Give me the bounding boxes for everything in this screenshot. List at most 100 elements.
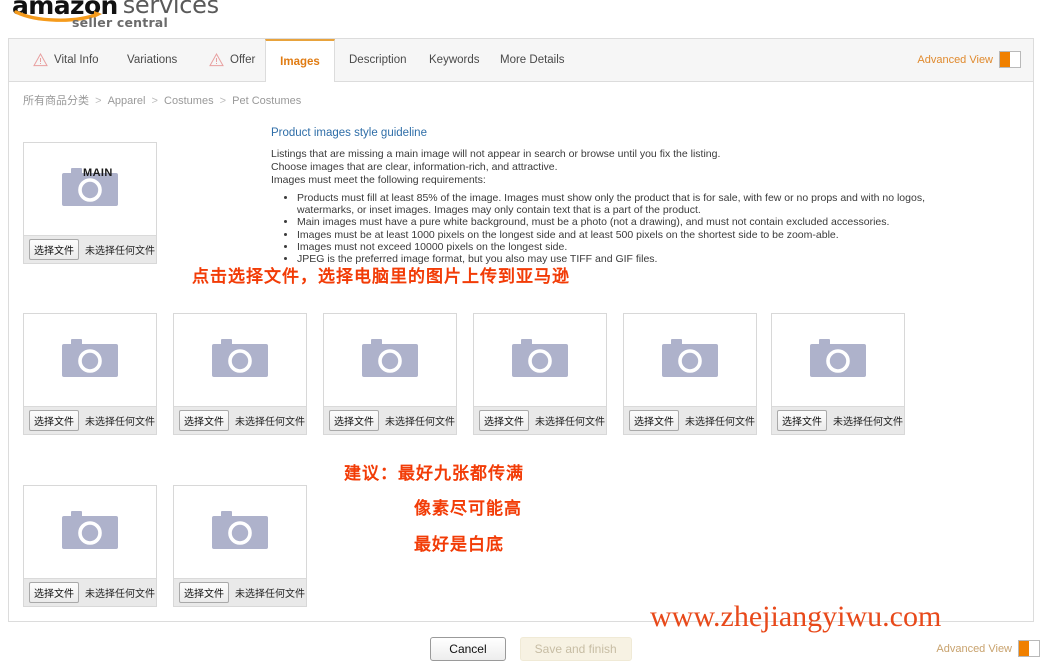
- image-guideline-block: Product images style guideline Listings …: [271, 127, 971, 267]
- camera-placeholder-icon: [212, 339, 268, 377]
- choose-file-button[interactable]: 选择文件: [777, 410, 827, 431]
- image-preview-area: [24, 314, 156, 406]
- amazon-services-logo[interactable]: amazonservices ® seller central: [12, 0, 219, 30]
- image-upload-tile[interactable]: 选择文件 未选择任何文件: [23, 485, 157, 607]
- advanced-view-label: Advanced View: [936, 642, 1012, 655]
- guideline-intro-0: Listings that are missing a main image w…: [271, 148, 721, 160]
- choose-file-button[interactable]: 选择文件: [29, 239, 79, 260]
- cancel-button[interactable]: Cancel: [430, 637, 506, 661]
- camera-placeholder-icon: [212, 511, 268, 549]
- image-preview-area: [24, 143, 156, 235]
- image-preview-area: [24, 486, 156, 578]
- image-upload-tile[interactable]: 选择文件 未选择任何文件: [623, 313, 757, 435]
- no-file-selected-text: 未选择任何文件: [85, 417, 155, 428]
- tab-description[interactable]: Description: [339, 39, 417, 81]
- save-and-finish-button[interactable]: Save and finish: [519, 637, 632, 661]
- tab-label: Offer: [230, 54, 256, 66]
- tab-bar: Vital Info Variations Offer Images Descr…: [9, 39, 1033, 82]
- file-input-row: 选择文件 未选择任何文件: [474, 406, 606, 434]
- guideline-bullet: Images must not exceed 10000 pixels on t…: [297, 241, 971, 254]
- breadcrumb-item-3[interactable]: Pet Costumes: [232, 95, 301, 107]
- toggle-on-half: [1019, 641, 1029, 656]
- image-upload-tile[interactable]: 选择文件 未选择任何文件: [771, 313, 905, 435]
- warning-triangle-icon: [33, 52, 48, 67]
- tab-variations[interactable]: Variations: [117, 39, 187, 81]
- choose-file-button[interactable]: 选择文件: [479, 410, 529, 431]
- camera-placeholder-icon: [362, 339, 418, 377]
- choose-file-button[interactable]: 选择文件: [29, 582, 79, 603]
- no-file-selected-text: 未选择任何文件: [235, 417, 305, 428]
- breadcrumb: 所有商品分类 > Apparel > Costumes > Pet Costum…: [9, 82, 1033, 116]
- toggle-switch-icon[interactable]: [1018, 640, 1040, 657]
- breadcrumb-item-0[interactable]: 所有商品分类: [23, 95, 89, 107]
- advanced-view-label: Advanced View: [917, 53, 993, 66]
- annotation-fill-nine-images: 建议：最好九张都传满: [344, 464, 524, 484]
- no-file-selected-text: 未选择任何文件: [235, 589, 305, 600]
- tab-more-details[interactable]: More Details: [490, 39, 575, 81]
- guideline-requirements-list: Products must fill at least 85% of the i…: [271, 193, 971, 266]
- image-preview-area: [624, 314, 756, 406]
- image-upload-tile[interactable]: 选择文件 未选择任何文件: [173, 485, 307, 607]
- tab-keywords[interactable]: Keywords: [419, 39, 490, 81]
- choose-file-button[interactable]: 选择文件: [329, 410, 379, 431]
- file-input-row: 选择文件 未选择任何文件: [772, 406, 904, 434]
- image-upload-tile[interactable]: 选择文件 未选择任何文件: [323, 313, 457, 435]
- choose-file-button[interactable]: 选择文件: [629, 410, 679, 431]
- toggle-on-half: [1000, 52, 1010, 67]
- tab-offer[interactable]: Offer: [199, 39, 265, 81]
- guideline-intro-2: Images must meet the following requireme…: [271, 173, 486, 186]
- no-file-selected-text: 未选择任何文件: [833, 417, 903, 428]
- annotation-click-choose-file: 点击选择文件，选择电脑里的图片上传到亚马逊: [192, 267, 570, 287]
- guideline-bullet: Images must be at least 1000 pixels on t…: [297, 229, 971, 242]
- choose-file-button[interactable]: 选择文件: [29, 410, 79, 431]
- breadcrumb-separator: >: [95, 95, 102, 107]
- tab-images[interactable]: Images: [265, 39, 335, 82]
- no-file-selected-text: 未选择任何文件: [535, 417, 605, 428]
- logo-seller-central-text: seller central: [72, 15, 168, 30]
- toggle-off-half: [1010, 52, 1020, 67]
- file-input-row: 选择文件 未选择任何文件: [24, 578, 156, 606]
- toggle-off-half: [1029, 641, 1039, 656]
- image-upload-tile-main[interactable]: 选择文件 未选择任何文件: [23, 142, 157, 264]
- tab-label: Description: [349, 54, 407, 66]
- image-preview-area: [474, 314, 606, 406]
- tab-label: Vital Info: [54, 54, 99, 66]
- tab-label: Keywords: [429, 54, 480, 66]
- camera-placeholder-icon: [512, 339, 568, 377]
- file-input-row: 选择文件 未选择任何文件: [624, 406, 756, 434]
- style-guideline-link[interactable]: Product images style guideline: [271, 127, 971, 139]
- advanced-view-toggle-top[interactable]: Advanced View: [917, 51, 1021, 68]
- main-image-label: MAIN: [83, 167, 113, 179]
- toggle-switch-icon[interactable]: [999, 51, 1021, 68]
- image-upload-tile[interactable]: 选择文件 未选择任何文件: [23, 313, 157, 435]
- breadcrumb-item-2[interactable]: Costumes: [164, 95, 214, 107]
- file-input-row: 选择文件 未选择任何文件: [174, 578, 306, 606]
- image-preview-area: [174, 314, 306, 406]
- choose-file-button[interactable]: 选择文件: [179, 582, 229, 603]
- image-upload-tile[interactable]: 选择文件 未选择任何文件: [473, 313, 607, 435]
- image-upload-tile[interactable]: 选择文件 未选择任何文件: [173, 313, 307, 435]
- annotation-white-background: 最好是白底: [414, 535, 504, 555]
- image-preview-area: [772, 314, 904, 406]
- camera-placeholder-icon: [62, 339, 118, 377]
- footer-actions: Cancel Save and finish: [0, 637, 1062, 661]
- tab-vital-info[interactable]: Vital Info: [23, 39, 109, 81]
- advanced-view-toggle-bottom[interactable]: Advanced View: [936, 640, 1040, 657]
- breadcrumb-separator: >: [151, 95, 158, 107]
- annotation-high-resolution: 像素尽可能高: [414, 499, 522, 519]
- file-input-row: 选择文件 未选择任何文件: [324, 406, 456, 434]
- breadcrumb-separator: >: [219, 95, 227, 107]
- warning-triangle-icon: [209, 52, 224, 67]
- image-preview-area: [174, 486, 306, 578]
- choose-file-button[interactable]: 选择文件: [179, 410, 229, 431]
- file-input-row: 选择文件 未选择任何文件: [24, 406, 156, 434]
- tab-label: More Details: [500, 54, 565, 66]
- breadcrumb-item-1[interactable]: Apparel: [108, 95, 146, 107]
- image-preview-area: [324, 314, 456, 406]
- file-input-row: 选择文件 未选择任何文件: [174, 406, 306, 434]
- no-file-selected-text: 未选择任何文件: [85, 246, 155, 257]
- listing-editor-panel: Vital Info Variations Offer Images Descr…: [8, 38, 1034, 622]
- no-file-selected-text: 未选择任何文件: [685, 417, 755, 428]
- tab-label: Variations: [127, 54, 178, 66]
- camera-placeholder-icon: [810, 339, 866, 377]
